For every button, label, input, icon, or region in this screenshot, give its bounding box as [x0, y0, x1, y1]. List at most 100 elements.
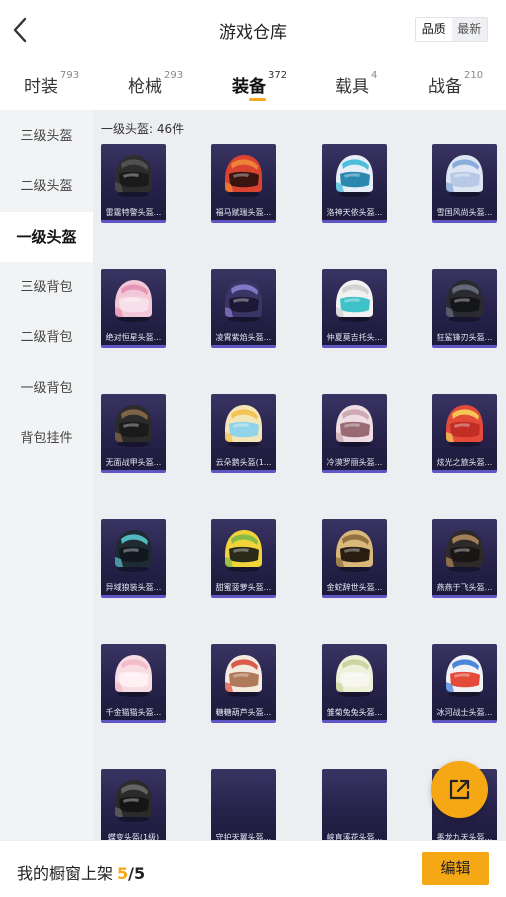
helmet-icon [225, 280, 262, 322]
tab-count: 372 [268, 70, 288, 81]
item-card-label: 狂鲨锋刃头盔... [436, 333, 493, 342]
helmet-icon [336, 530, 373, 572]
item-card-label: 峡直溪花头盔... [326, 833, 383, 840]
category-tabs: 时装793 枪械293 装备372 载具4 战备210 [0, 60, 506, 110]
subcategory-sidebar: 三级头盔 二级头盔 一级头盔 三级背包 二级背包 一级背包 背包挂件 [0, 110, 93, 840]
item-card[interactable]: 冰河战士头盔... [432, 644, 497, 723]
helmet-icon [225, 655, 262, 697]
tab-count: 210 [464, 70, 484, 81]
item-card-label: 金蛇辞世头盔... [326, 583, 383, 592]
tab-count: 4 [371, 70, 378, 81]
item-card[interactable]: 金蛇辞世头盔... [322, 519, 387, 598]
item-card-label: 绝对恒星头盔... [105, 333, 162, 342]
tab-supplies[interactable]: 战备210 [428, 70, 484, 97]
sort-newest-option[interactable]: 最新 [451, 18, 487, 41]
helmet-icon [336, 280, 373, 322]
helmet-icon [225, 155, 262, 197]
shelf-label: 我的橱窗上架 [17, 864, 114, 883]
sidebar-item-level2-helmet[interactable]: 二级头盔 [0, 162, 93, 212]
helmet-icon [446, 405, 483, 447]
item-card[interactable]: 蝶变头盔(1级) [101, 769, 166, 840]
item-card[interactable]: 洛神天依头盔... [322, 144, 387, 223]
item-card[interactable]: 仲夏莫吉托头... [322, 269, 387, 348]
item-card-label: 冰河战士头盔... [436, 708, 493, 717]
helmet-icon [336, 405, 373, 447]
shelf-total-count: /5 [128, 864, 146, 883]
item-card[interactable]: 冷漠罗丽头盔... [322, 394, 387, 473]
item-card-label: 无面战甲头盔... [105, 458, 162, 467]
helmet-icon [446, 530, 483, 572]
tab-label: 时装 [24, 77, 58, 97]
sidebar-item-backpack-pendant[interactable]: 背包挂件 [0, 414, 93, 464]
item-card[interactable]: 峡直溪花头盔... [322, 769, 387, 840]
item-card[interactable]: 无面战甲头盔... [101, 394, 166, 473]
item-card[interactable]: 千金猫猫头盔... [101, 644, 166, 723]
helmet-icon [336, 155, 373, 197]
edit-button[interactable]: 编辑 [422, 852, 489, 885]
helmet-icon [115, 405, 152, 447]
helmet-icon [446, 655, 483, 697]
item-card[interactable]: 狂鲨锋刃头盔... [432, 269, 497, 348]
tab-label: 装备 [232, 77, 266, 97]
helmet-icon [115, 780, 152, 822]
shelf-current-count: 5 [117, 864, 129, 883]
tab-vehicles[interactable]: 载具4 [335, 70, 378, 97]
active-tab-indicator [249, 98, 266, 101]
tab-firearms[interactable]: 枪械293 [128, 70, 184, 97]
sidebar-item-level1-helmet[interactable]: 一级头盔 [0, 212, 93, 262]
item-card-label: 墨龙九天头盔... [436, 833, 493, 840]
sort-toggle: 品质 最新 [415, 17, 488, 42]
item-card[interactable]: 福马赋瑞头盔... [211, 144, 276, 223]
item-card-label: 蝶变头盔(1级) [107, 833, 160, 840]
item-card-label: 仲夏莫吉托头... [326, 333, 383, 342]
item-card-label: 雏菊兔兔头盔... [326, 708, 383, 717]
item-card[interactable]: 云朵鹅头盔(1... [211, 394, 276, 473]
item-card-label: 糖糖葫芦头盔... [215, 708, 272, 717]
item-card[interactable]: 甜蜜菠萝头盔... [211, 519, 276, 598]
item-card-label: 福马赋瑞头盔... [215, 208, 272, 217]
share-button[interactable] [431, 761, 488, 818]
item-card[interactable]: 燕燕于飞头盔... [432, 519, 497, 598]
item-card-label: 凌霄紫焰头盔... [215, 333, 272, 342]
bottom-bar: 我的橱窗上架 5/5 编辑 [0, 840, 506, 897]
item-card-label: 洛神天依头盔... [326, 208, 383, 217]
tab-count: 793 [60, 70, 80, 81]
item-card[interactable]: 绝对恒星头盔... [101, 269, 166, 348]
helmet-icon [115, 530, 152, 572]
item-card-label: 冷漠罗丽头盔... [326, 458, 383, 467]
item-card-label: 雷霆特警头盔... [105, 208, 162, 217]
helmet-icon [446, 280, 483, 322]
item-card[interactable]: 凌霄紫焰头盔... [211, 269, 276, 348]
item-grid-panel: 一级头盔: 46件 雷霆特警头盔... 福马赋瑞头盔... 洛神天依头盔... 雪国风… [93, 110, 506, 840]
item-card-label: 炫光之旅头盔... [436, 458, 493, 467]
tab-fashion[interactable]: 时装793 [24, 70, 80, 97]
tab-label: 战备 [428, 77, 462, 97]
item-card[interactable]: 雪国风尚头盔... [432, 144, 497, 223]
helmet-icon [336, 655, 373, 697]
item-card[interactable]: 炫光之旅头盔... [432, 394, 497, 473]
tab-equipment[interactable]: 装备372 [232, 70, 288, 97]
external-link-icon [449, 779, 470, 800]
item-card[interactable]: 雷霆特警头盔... [101, 144, 166, 223]
helmet-icon [115, 655, 152, 697]
item-card-label: 甜蜜菠萝头盔... [215, 583, 272, 592]
item-card[interactable]: 糖糖葫芦头盔... [211, 644, 276, 723]
helmet-icon [225, 405, 262, 447]
tab-label: 载具 [335, 77, 369, 97]
tab-count: 293 [164, 70, 184, 81]
item-card[interactable]: 守护天翼头盔... [211, 769, 276, 840]
item-card-label: 云朵鹅头盔(1... [215, 458, 272, 467]
helmet-icon [446, 155, 483, 197]
helmet-icon [115, 280, 152, 322]
shelf-status: 我的橱窗上架 5/5 [17, 860, 145, 884]
item-card[interactable]: 异域狼装头盔... [101, 519, 166, 598]
item-card[interactable]: 雏菊兔兔头盔... [322, 644, 387, 723]
sort-quality-option[interactable]: 品质 [416, 18, 452, 41]
sidebar-item-level2-backpack[interactable]: 二级背包 [0, 313, 93, 363]
helmet-icon [225, 530, 262, 572]
sidebar-item-level1-backpack[interactable]: 一级背包 [0, 364, 93, 414]
top-bar: 游戏仓库 品质 最新 [0, 0, 506, 60]
sidebar-item-level3-helmet[interactable]: 三级头盔 [0, 112, 93, 162]
item-card-label: 异域狼装头盔... [105, 583, 162, 592]
sidebar-item-level3-backpack[interactable]: 三级背包 [0, 263, 93, 313]
